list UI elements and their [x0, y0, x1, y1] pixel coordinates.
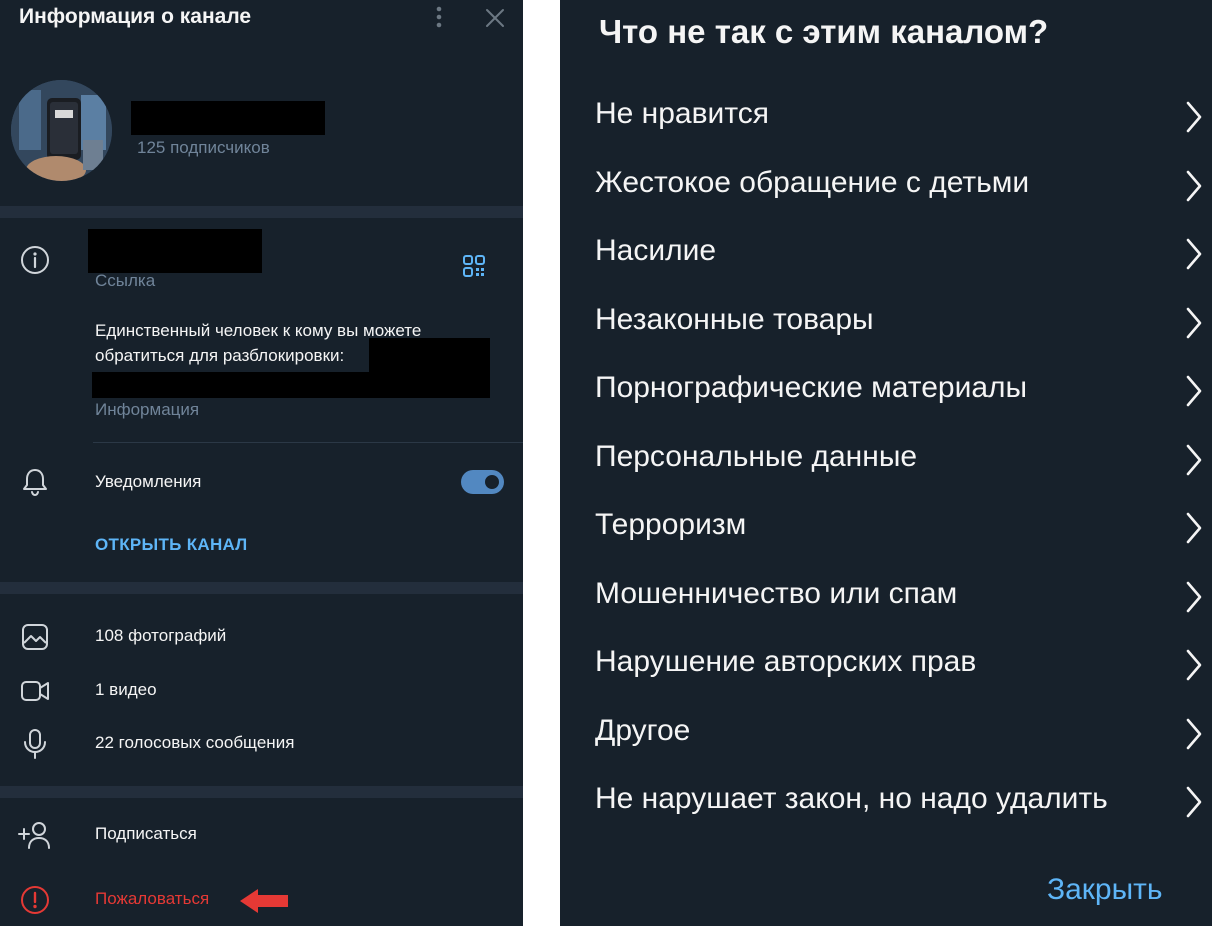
subscribe-button[interactable]: Подписаться	[95, 824, 197, 844]
report-reason-label: Жестокое обращение с детьми	[595, 165, 1030, 199]
section-separator	[0, 582, 523, 594]
report-reason-item[interactable]: Порнографические материалы	[560, 358, 1212, 426]
report-reason-item[interactable]: Нарушение авторских прав	[560, 632, 1212, 700]
report-reason-label: Мошенничество или спам	[595, 576, 958, 610]
qr-code-icon[interactable]	[462, 254, 486, 278]
report-reason-item[interactable]: Мошенничество или спам	[560, 564, 1212, 632]
report-reason-label: Терроризм	[595, 508, 747, 541]
open-channel-button[interactable]: ОТКРЫТЬ КАНАЛ	[95, 535, 248, 555]
photos-count[interactable]: 108 фотографий	[95, 626, 226, 646]
description-caption: Информация	[95, 400, 200, 419]
report-reason-label: Не нарушает закон, но надо удалить	[595, 782, 1108, 815]
videos-count[interactable]: 1 видео	[95, 680, 157, 700]
panel-title: Информация о канале	[19, 5, 252, 28]
chevron-right-icon	[1184, 717, 1204, 756]
report-reason-label: Персональные данные	[595, 439, 918, 473]
chevron-right-icon	[1184, 580, 1204, 619]
chevron-right-icon	[1184, 374, 1204, 413]
info-icon	[20, 245, 50, 275]
voice-count[interactable]: 22 голосовых сообщения	[95, 733, 294, 753]
report-reason-item[interactable]: Терроризм	[560, 495, 1212, 563]
more-vertical-icon[interactable]	[427, 3, 451, 31]
link-caption: Ссылка	[95, 271, 156, 290]
chevron-right-icon	[1184, 237, 1204, 276]
report-reason-item[interactable]: Насилие	[560, 221, 1212, 289]
bell-icon	[21, 467, 49, 497]
report-reason-label: Другое	[595, 713, 691, 747]
channel-avatar[interactable]	[11, 80, 112, 181]
report-reason-item[interactable]: Незаконные товары	[560, 290, 1212, 358]
section-separator	[0, 786, 523, 798]
report-reason-item[interactable]: Не нравится	[560, 84, 1212, 152]
video-icon	[20, 678, 50, 704]
chevron-right-icon	[1184, 169, 1204, 208]
redacted-channel-name	[131, 101, 325, 135]
notifications-toggle[interactable]	[461, 470, 504, 494]
report-reason-item[interactable]: Персональные данные	[560, 427, 1212, 495]
subscriber-count: 125 подписчиков	[137, 138, 270, 157]
report-reason-item[interactable]: Жестокое обращение с детьми	[560, 153, 1212, 221]
report-reason-label: Насилие	[595, 234, 717, 267]
redacted-description-line	[92, 372, 490, 398]
section-separator	[0, 206, 523, 218]
report-icon	[20, 885, 50, 915]
report-reason-label: Порнографические материалы	[595, 371, 1028, 404]
report-reason-item[interactable]: Не нарушает закон, но надо удалить	[560, 769, 1212, 837]
redacted-link	[88, 229, 262, 273]
photo-icon	[21, 623, 49, 651]
report-reason-label: Нарушение авторских прав	[595, 645, 977, 678]
chevron-right-icon	[1184, 648, 1204, 687]
report-dialog-title: Что не так с этим каналом?	[599, 13, 1049, 50]
chevron-right-icon	[1184, 443, 1204, 482]
report-button[interactable]: Пожаловаться	[95, 889, 209, 909]
report-reason-label: Не нравится	[595, 97, 769, 130]
microphone-icon	[22, 728, 48, 760]
close-button[interactable]: Закрыть	[1047, 873, 1163, 907]
red-arrow-icon	[238, 886, 290, 916]
toggle-knob	[483, 473, 501, 491]
chevron-right-icon	[1184, 100, 1204, 139]
report-dialog: Что не так с этим каналом? Не нравится Же…	[560, 0, 1212, 926]
divider	[93, 442, 523, 443]
chevron-right-icon	[1184, 785, 1204, 824]
channel-info-panel: Информация о канале 125 подписчиков Ссыл…	[0, 0, 523, 926]
chevron-right-icon	[1184, 511, 1204, 550]
redacted-description-part	[369, 338, 490, 374]
chevron-right-icon	[1184, 306, 1204, 345]
notifications-label: Уведомления	[95, 472, 202, 491]
close-icon[interactable]	[482, 5, 508, 31]
report-reason-item[interactable]: Другое	[560, 701, 1212, 769]
report-reason-label: Незаконные товары	[595, 302, 874, 336]
add-user-icon	[17, 820, 51, 850]
